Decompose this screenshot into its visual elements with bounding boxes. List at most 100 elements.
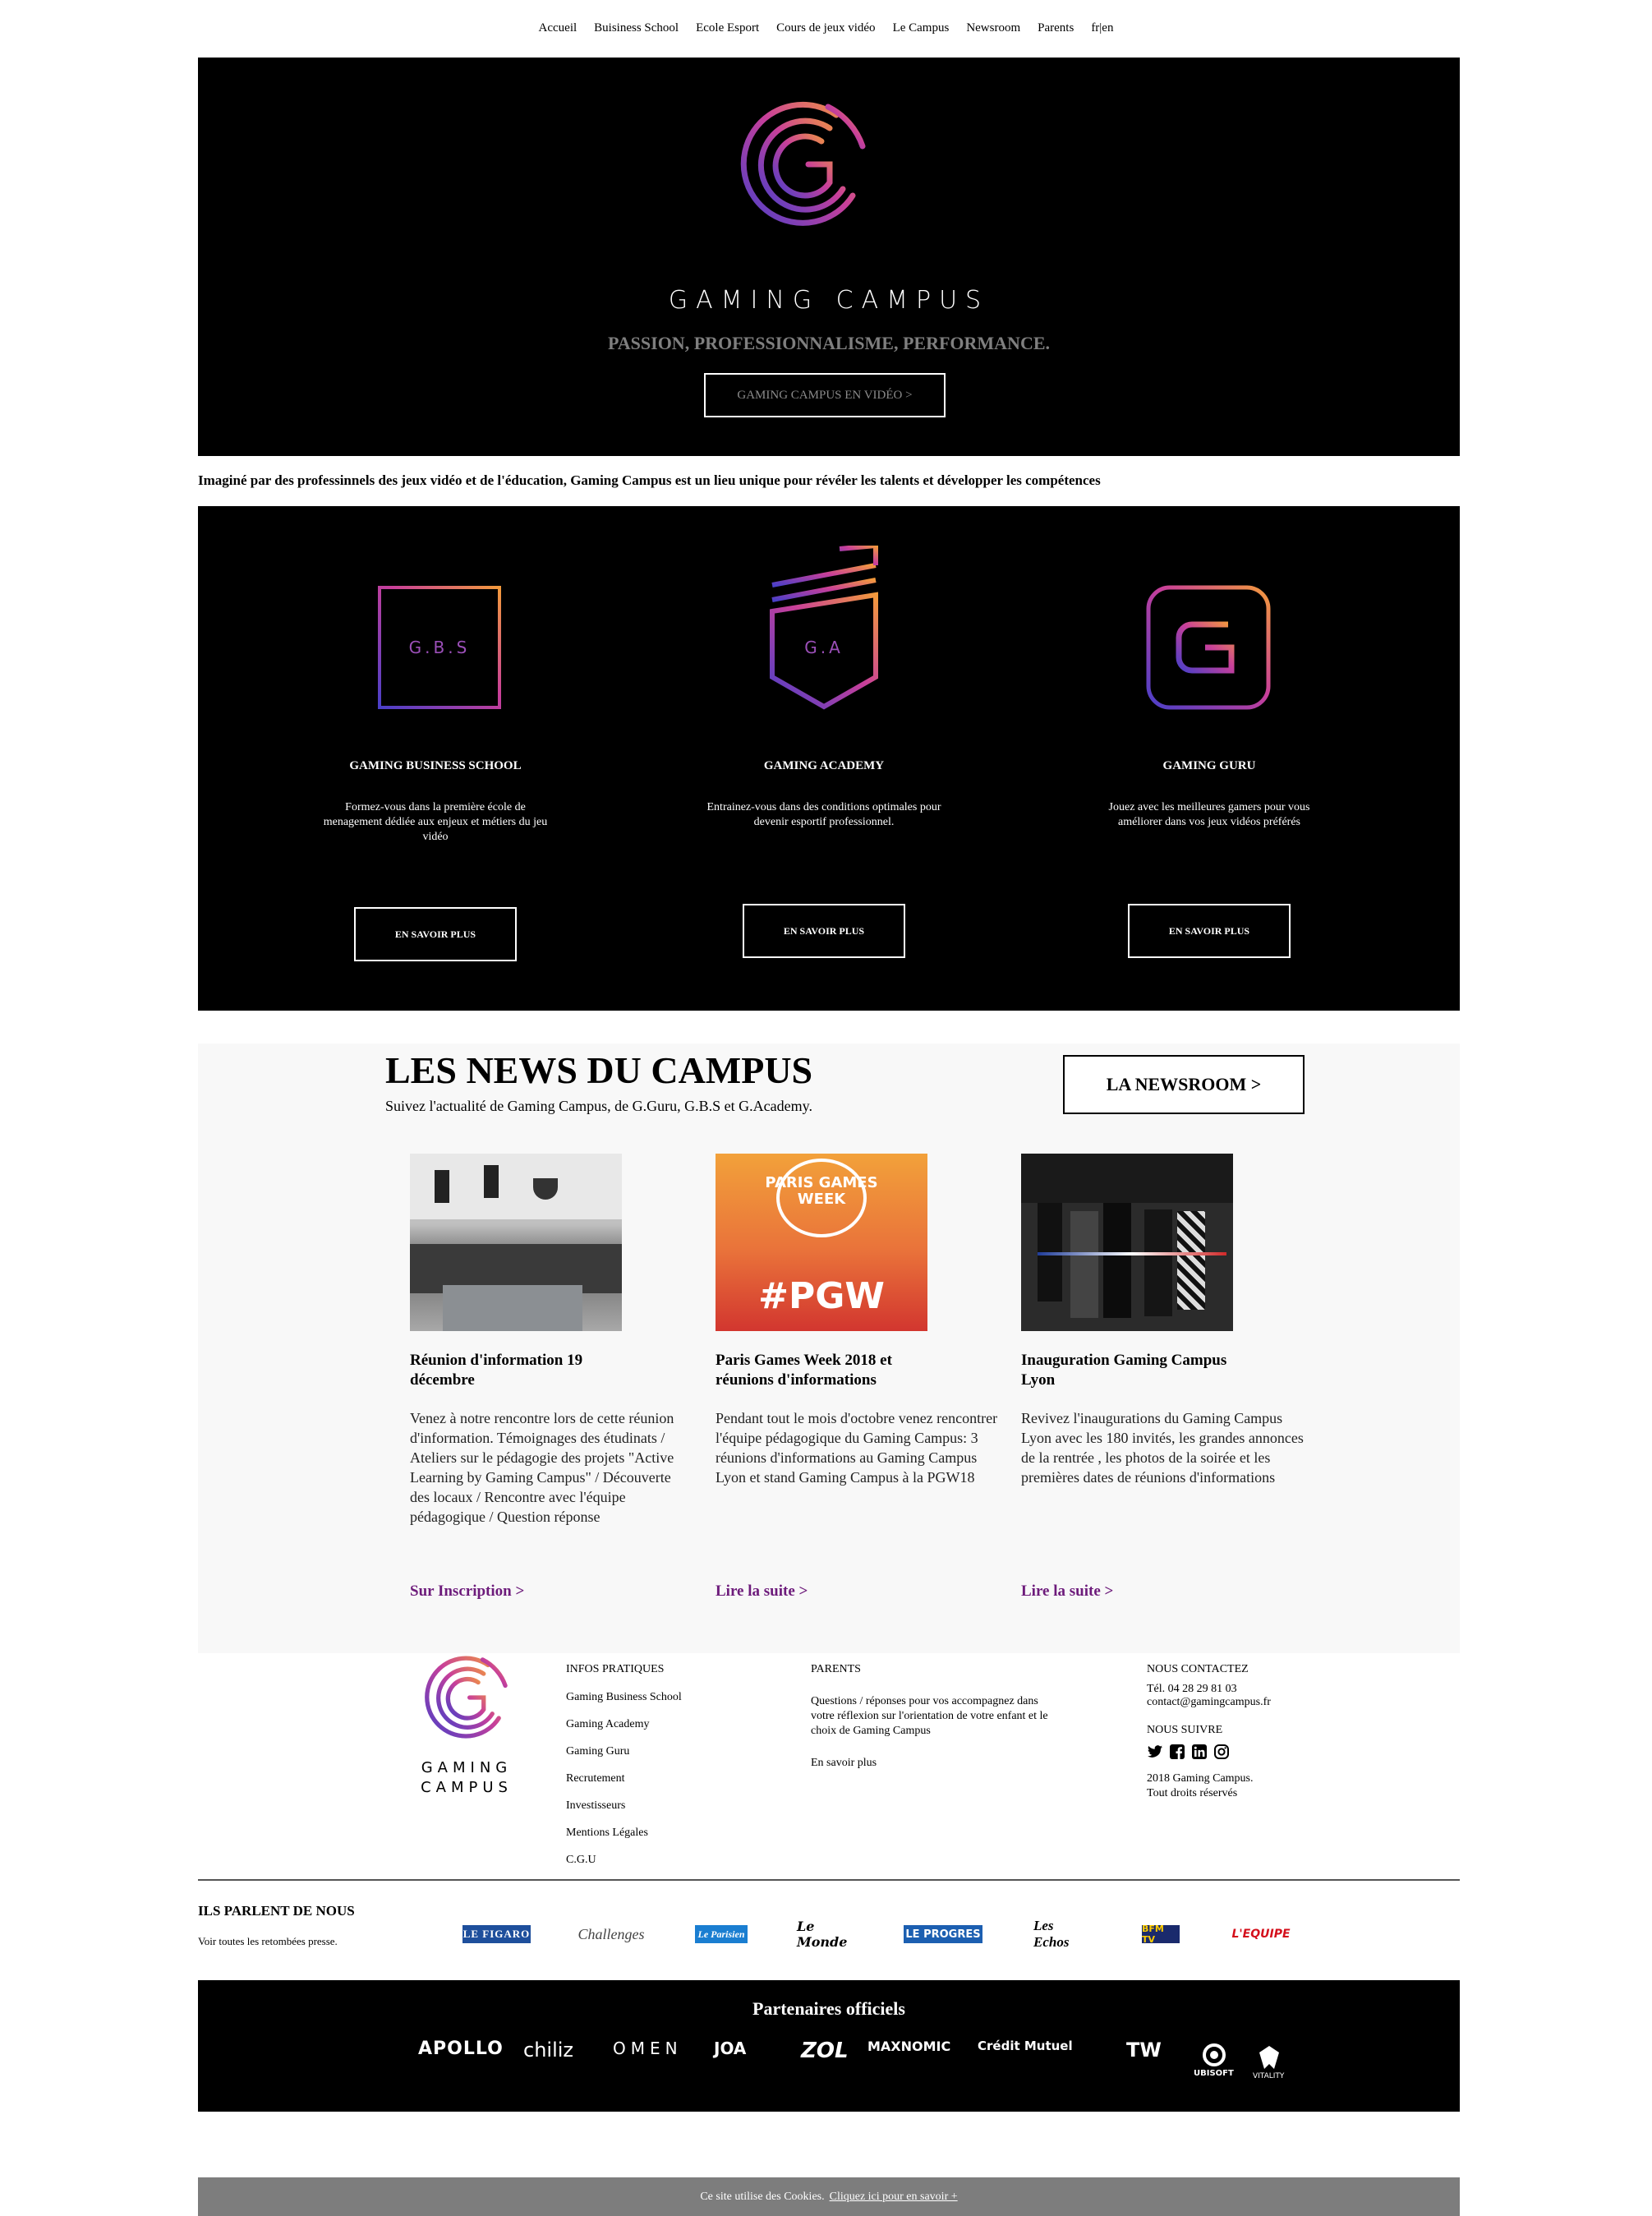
hero-title: GAMING CAMPUS [668,286,990,315]
ga-logo-icon [770,546,878,710]
footer-logo-icon[interactable] [423,1653,512,1742]
news-card-link[interactable]: Sur Inscription > [410,1583,524,1601]
school-desc: Entrainez-vous dans des conditions optim… [706,801,941,828]
cookie-more-link[interactable]: Cliquez ici pour en savoir + [830,2191,958,2204]
vitality-bee-icon [1259,2046,1279,2069]
hero-banner: GAMING CAMPUS PASSION, PROFESSIONNALISME… [198,58,1460,456]
footer-link-academy[interactable]: Gaming Academy [566,1718,682,1731]
news-image-inauguration[interactable] [1021,1154,1233,1331]
campus-video-button[interactable]: GAMING CAMPUS EN VIDÉO > [704,373,946,417]
news-card-desc: Venez à notre rencontre lors de cette ré… [410,1410,674,1525]
press-logo-figaro[interactable]: LE FIGARO [462,1925,531,1943]
nav-business-school[interactable]: Buisiness School [594,21,679,35]
facebook-icon[interactable] [1169,1744,1185,1760]
press-logo-lemonde[interactable]: Le Monde [797,1919,853,1950]
ga-learn-more-button[interactable]: EN SAVOIR PLUS [743,904,905,958]
nav-language-switch[interactable]: fr|en [1091,21,1113,35]
footer-link-investisseurs[interactable]: Investisseurs [566,1799,682,1813]
news-image-pgw[interactable]: PARIS GAMES WEEK #PGW [716,1154,927,1331]
ubisoft-swirl-icon [1203,2043,1226,2066]
nav-cours-jeux-video[interactable]: Cours de jeux vidéo [776,21,875,35]
partner-logo-joa[interactable]: JOA [714,2039,746,2058]
partner-logo-apollo[interactable]: APOLLO [418,2039,504,2059]
school-name: GAMING ACADEMY [763,759,885,772]
news-card: PARIS GAMES WEEK #PGW Paris Games Week 2… [716,1154,998,1600]
press-logo-progres[interactable]: LE PROGRES [904,1925,982,1943]
nav-accueil[interactable]: Accueil [539,21,578,35]
news-subtitle: Suivez l'actualité de Gaming Campus, de … [385,1098,812,1114]
news-card-title: Inauguration Gaming Campus Lyon [1021,1352,1227,1389]
footer-parents: PARENTS Questions / réponses pour vos ac… [811,1663,1049,1770]
footer-logo-line2: CAMPUS [421,1779,513,1796]
top-nav: Accueil Buisiness School Ecole Esport Co… [0,21,1652,35]
cookie-banner: Ce site utilise des Cookies. Cliquez ici… [198,2177,1460,2216]
press-logo-challenges[interactable]: Challenges [575,1925,647,1943]
footer-link-recrutement[interactable]: Recrutement [566,1772,682,1785]
gguru-learn-more-button[interactable]: EN SAVOIR PLUS [1128,904,1291,958]
gbs-learn-more-button[interactable]: EN SAVOIR PLUS [354,907,517,961]
footer-link-mentions[interactable]: Mentions Légales [566,1827,682,1840]
news-card-title: Paris Games Week 2018 et réunions d'info… [716,1352,892,1389]
site-footer: GAMING CAMPUS INFOS PRATIQUES Gaming Bus… [198,1653,1460,1880]
news-card-desc: Revivez l'inaugurations du Gaming Campus… [1021,1410,1304,1486]
news-title: LES NEWS DU CAMPUS [385,1049,813,1091]
gbs-badge-text: G.B.S [408,638,471,657]
contact-phone: Tél. 04 28 29 81 03 [1147,1683,1237,1695]
partner-logo-chiliz[interactable]: chiliz [523,2039,573,2062]
infos-title: INFOS PRATIQUES [566,1663,665,1675]
copyright-line1: 2018 Gaming Campus. [1147,1772,1254,1785]
instagram-icon[interactable] [1213,1744,1230,1760]
nav-ecole-esport[interactable]: Ecole Esport [696,21,759,35]
partner-logo-maxnomic[interactable]: MAXNOMIC [867,2039,950,2054]
partner-logo-omen[interactable]: OMEN [613,2039,683,2058]
copyright: 2018 Gaming Campus. Tout droits réservés [1147,1771,1311,1801]
copyright-line2: Tout droits réservés [1147,1787,1238,1799]
linkedin-icon[interactable] [1191,1744,1208,1760]
school-name: GAMING BUSINESS SCHOOL [349,759,522,772]
press-logo-parisien[interactable]: Le Parisien [695,1925,748,1943]
contact-email[interactable]: contact@gamingcampus.fr [1147,1696,1311,1709]
footer-logo-text: GAMING CAMPUS [405,1758,528,1798]
twitter-icon[interactable] [1147,1744,1163,1760]
news-section: LES NEWS DU CAMPUS Suivez l'actualité de… [198,1044,1460,1653]
partner-logo-credit-mutuel[interactable]: Crédit Mutuel [978,2039,1073,2053]
footer-divider [198,1879,1460,1881]
news-image-reunion[interactable] [410,1154,622,1331]
partners-title: Partenaires officiels [752,1998,905,2019]
newsroom-button[interactable]: LA NEWSROOM > [1063,1055,1305,1114]
footer-link-guru[interactable]: Gaming Guru [566,1745,682,1758]
partner-logo-zol[interactable]: ZOL [801,2039,849,2063]
press-subtitle[interactable]: Voir toutes les retombées presse. [198,1935,338,1948]
footer-link-gbs[interactable]: Gaming Business School [566,1691,682,1704]
parents-learn-more-link[interactable]: En savoir plus [811,1757,1049,1770]
footer-contact: NOUS CONTACTEZ Tél. 04 28 29 81 03 conta… [1147,1663,1311,1801]
school-name: GAMING GURU [1162,759,1256,772]
school-desc: Formez-vous dans la première école de me… [323,801,548,843]
gaming-campus-logo [740,101,866,226]
nav-parents[interactable]: Parents [1038,21,1074,35]
press-logo-lesechos[interactable]: Les Echos [1033,1918,1091,1950]
ga-badge-text: G.A [804,638,844,657]
partner-logo-ubisoft[interactable]: UBISOFT [1194,2069,1234,2078]
social-icons [1147,1744,1311,1760]
partner-logo-tw[interactable]: TW [1126,2039,1162,2062]
press-logo-lequipe[interactable]: L'EQUIPE [1231,1925,1290,1943]
partners-section: Partenaires officiels APOLLO chiliz OMEN… [198,1980,1460,2112]
news-card-title: Réunion d'information 19 décembre [410,1352,583,1389]
parents-text: Questions / réponses pour vos accompagne… [811,1695,1048,1737]
follow-title: NOUS SUIVRE [1147,1724,1223,1736]
news-card-link[interactable]: Lire la suite > [1021,1583,1113,1601]
press-logo-bfmtv[interactable]: BFM TV [1142,1923,1180,1945]
partner-logo-vitality[interactable]: VITALITY [1253,2072,1284,2080]
school-desc: Jouez avec les meilleures gamers pour vo… [1108,801,1310,828]
news-card-link[interactable]: Lire la suite > [716,1583,808,1601]
news-card: Réunion d'information 19 décembre Venez … [410,1154,693,1600]
nav-newsroom[interactable]: Newsroom [966,21,1020,35]
gguru-logo-icon [1146,585,1271,710]
cookie-text: Ce site utilise des Cookies. [700,2190,825,2203]
footer-infos: INFOS PRATIQUES Gaming Business School G… [566,1663,682,1881]
news-card: Inauguration Gaming Campus Lyon Revivez … [1021,1154,1304,1600]
footer-link-cgu[interactable]: C.G.U [566,1854,682,1867]
nav-le-campus[interactable]: Le Campus [893,21,950,35]
parents-title: PARENTS [811,1663,861,1675]
